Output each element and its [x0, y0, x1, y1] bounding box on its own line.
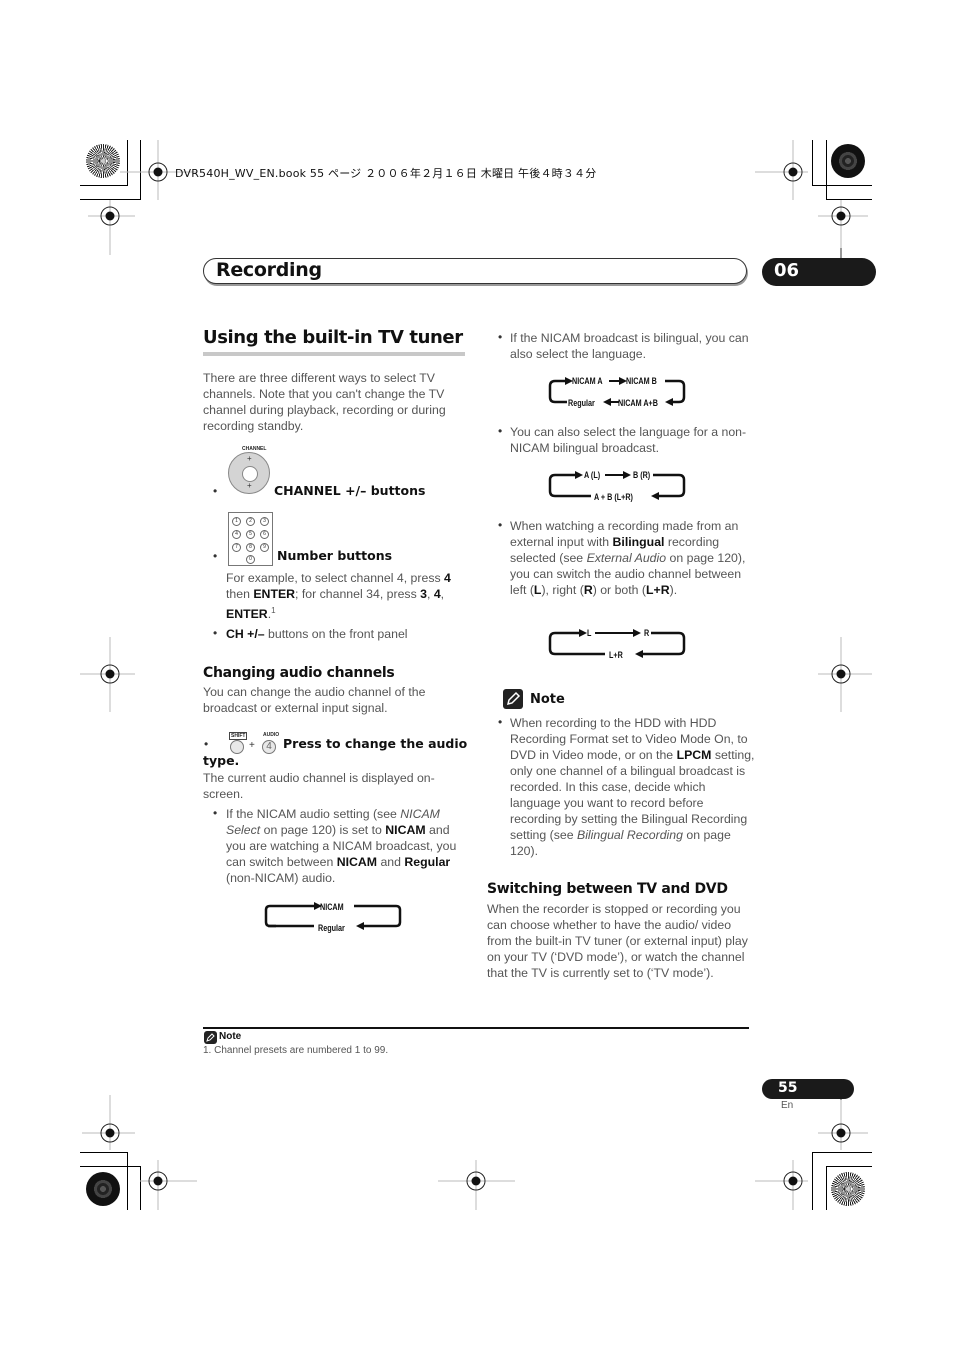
diagram-label: Regular: [568, 398, 595, 408]
press-instruction-cont: type.: [203, 753, 240, 768]
non-nicam-bullet: You can also select the language for a n…: [510, 425, 747, 455]
footnote-divider: [203, 1027, 749, 1029]
section-title-underline: [203, 352, 465, 356]
press-instruction: Press to change the audio: [283, 736, 468, 751]
print-header: DVR540H_WV_EN.book 55 ページ ２００６年２月１６日 木曜日…: [175, 167, 597, 180]
bullet: •: [204, 737, 209, 751]
bullet: •: [498, 330, 503, 344]
bullet: •: [213, 806, 218, 820]
method-label: Number buttons: [277, 548, 393, 563]
pencil-note-icon: [503, 689, 523, 709]
footnote-heading: Note: [219, 1031, 242, 1042]
bullet: •: [213, 626, 218, 640]
diagram-label: NICAM A: [572, 376, 603, 386]
diagram-label: A (L): [584, 470, 601, 480]
diagram-label: NICAM A+B: [618, 398, 658, 408]
bullet: •: [213, 484, 218, 498]
number-example: For example, to select channel 4, press …: [226, 571, 451, 621]
section-title: Using the built-in TV tuner: [203, 327, 463, 348]
switching-section-title: Switching between TV and DVD: [487, 881, 728, 897]
diagram-label: A + B (L+R): [594, 492, 633, 502]
note-heading: Note: [530, 692, 565, 707]
audio-section-title: Changing audio channels: [203, 665, 395, 681]
diagram-label: L: [587, 628, 592, 638]
registration-marks: [80, 140, 872, 1210]
chapter-title: Recording: [216, 259, 322, 281]
lr-channel-cycle-diagram: L R L+R: [547, 627, 689, 663]
diagram-label: L+R: [609, 650, 623, 660]
chapter-number-badge: 06: [762, 258, 876, 286]
footnote-text: 1. Channel presets are numbered 1 to 99.: [203, 1045, 389, 1056]
nicam-regular-cycle-diagram: NICAM Regular: [264, 900, 404, 936]
front-panel-bullet: CH +/– buttons on the front panel: [226, 627, 408, 641]
external-input-bullet: When watching a recording made from an e…: [510, 519, 746, 597]
note-text: When recording to the HDD with HDD Recor…: [510, 716, 755, 858]
diagram-label: Regular: [318, 923, 345, 933]
chapter-number: 06: [774, 260, 800, 281]
diagram-label: NICAM B: [626, 376, 657, 386]
diagram-label: B (R): [633, 470, 651, 480]
shift-label: SHIFT: [229, 732, 248, 740]
nicam-bullet: If the NICAM audio setting (see NICAM Se…: [226, 807, 457, 885]
page-language: En: [781, 1100, 794, 1111]
audio-intro: You can change the audio channel of the …: [203, 685, 426, 715]
pencil-note-icon: [204, 1031, 217, 1044]
diagram-label: R: [644, 628, 650, 638]
bullet: •: [498, 715, 503, 729]
page-number: 55: [778, 1080, 798, 1096]
switching-text: When the recorder is stopped or recordin…: [487, 902, 748, 980]
ab-language-cycle-diagram: A (L) B (R) A + B (L+R): [547, 469, 689, 505]
audio-label: AUDIO: [263, 732, 280, 738]
nicam-language-cycle-diagram: NICAM A NICAM B Regular NICAM A+B: [547, 375, 689, 411]
bullet: •: [498, 518, 503, 532]
plus-sign: +: [249, 740, 255, 751]
footnote-ref[interactable]: 1: [271, 606, 275, 615]
number-keypad-icon: 1 2 3 4 5 6 7 8 9 0: [228, 512, 273, 566]
method-label: CHANNEL +/– buttons: [274, 483, 426, 498]
channel-dial-icon: + +: [228, 452, 270, 494]
bullet: •: [498, 424, 503, 438]
audio-4-button-icon: 4: [262, 740, 276, 754]
page-number-badge: 55: [762, 1079, 854, 1099]
section-intro: There are three different ways to select…: [203, 371, 446, 433]
shift-button-icon: [230, 740, 244, 754]
diagram-label: NICAM: [320, 902, 344, 912]
dial-top-label: CHANNEL: [242, 446, 267, 452]
audio-current-text: The current audio channel is displayed o…: [203, 771, 435, 801]
bullet: •: [213, 549, 218, 563]
bilingual-nicam-bullet: If the NICAM broadcast is bilingual, you…: [510, 331, 749, 361]
